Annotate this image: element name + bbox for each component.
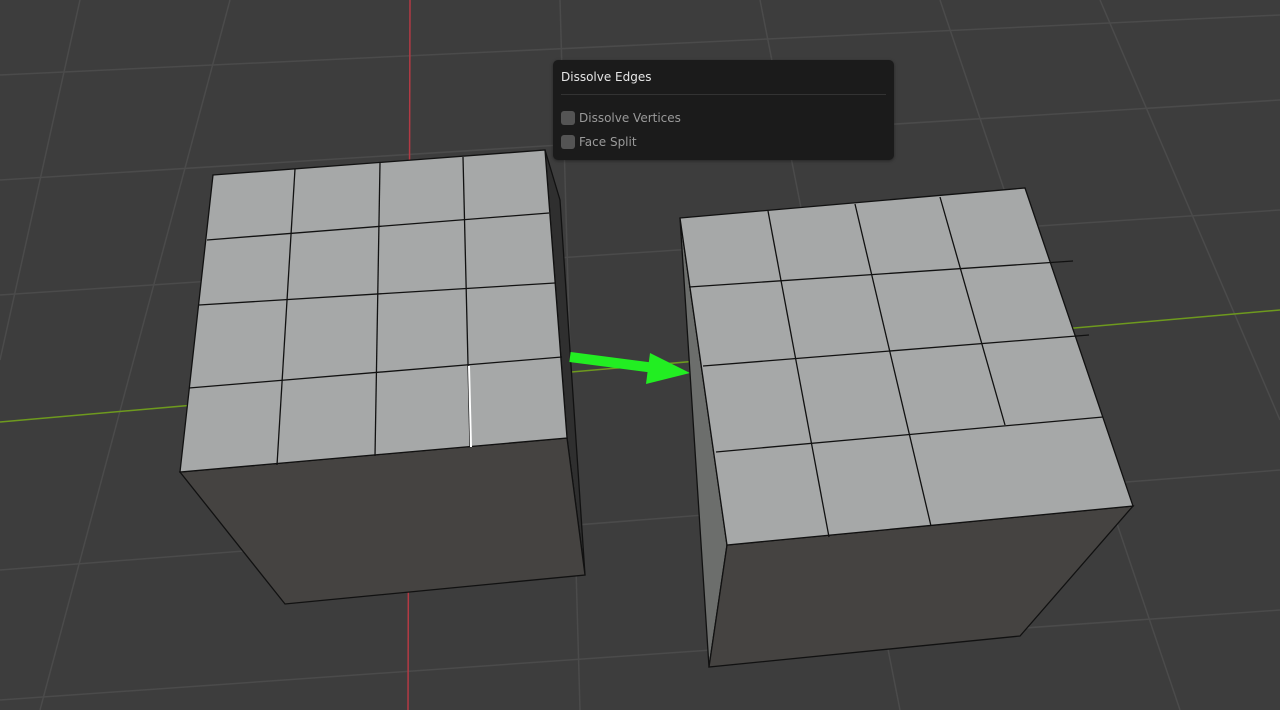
divider bbox=[561, 94, 886, 95]
cube-top-face bbox=[679, 187, 1134, 546]
green-arrow-icon bbox=[569, 352, 690, 384]
dissolve-vertices-checkbox[interactable]: Dissolve Vertices bbox=[561, 111, 681, 125]
operator-panel: Dissolve Edges Dissolve Vertices Face Sp… bbox=[553, 60, 894, 160]
face-split-checkbox[interactable]: Face Split bbox=[561, 135, 637, 149]
cube-after[interactable] bbox=[679, 187, 1135, 668]
cube-before[interactable] bbox=[178, 149, 586, 605]
checkbox-label: Dissolve Vertices bbox=[579, 111, 681, 125]
checkbox-box[interactable] bbox=[561, 135, 575, 149]
checkbox-label: Face Split bbox=[579, 135, 637, 149]
checkbox-box[interactable] bbox=[561, 111, 575, 125]
cube-top-face bbox=[179, 149, 568, 473]
panel-title: Dissolve Edges bbox=[561, 70, 652, 84]
